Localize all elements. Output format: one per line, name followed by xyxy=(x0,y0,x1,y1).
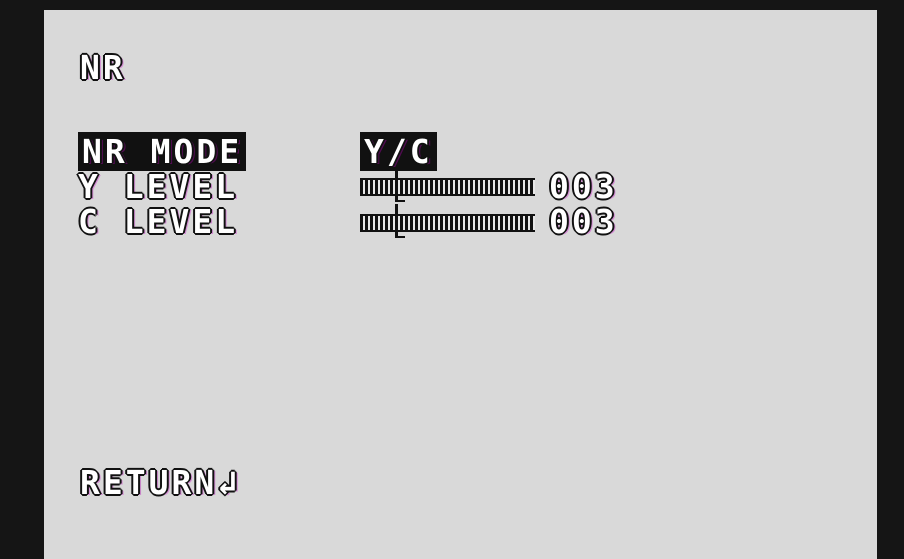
nr-mode-value-text: Y/C xyxy=(360,132,437,171)
c-level-value: 003 xyxy=(549,202,618,241)
c-level-slider-track xyxy=(360,214,535,232)
menu-item-y-level[interactable]: Y LEVEL xyxy=(78,169,238,205)
nr-mode-label: NR MODE xyxy=(78,132,247,171)
page-title: NR xyxy=(80,48,126,87)
y-level-slider[interactable] xyxy=(360,168,535,202)
c-level-slider[interactable] xyxy=(360,204,535,238)
y-level-slider-track xyxy=(360,178,535,196)
c-level-slider-marker[interactable] xyxy=(395,204,405,238)
return-button[interactable]: RETURN↲ xyxy=(80,465,240,501)
nr-mode-value[interactable]: Y/C xyxy=(360,132,437,171)
menu-item-c-level[interactable]: C LEVEL xyxy=(78,204,238,240)
y-level-value: 003 xyxy=(549,167,618,206)
menu-item-nr-mode[interactable]: NR MODE xyxy=(78,132,247,171)
y-level-slider-marker[interactable] xyxy=(395,168,405,202)
